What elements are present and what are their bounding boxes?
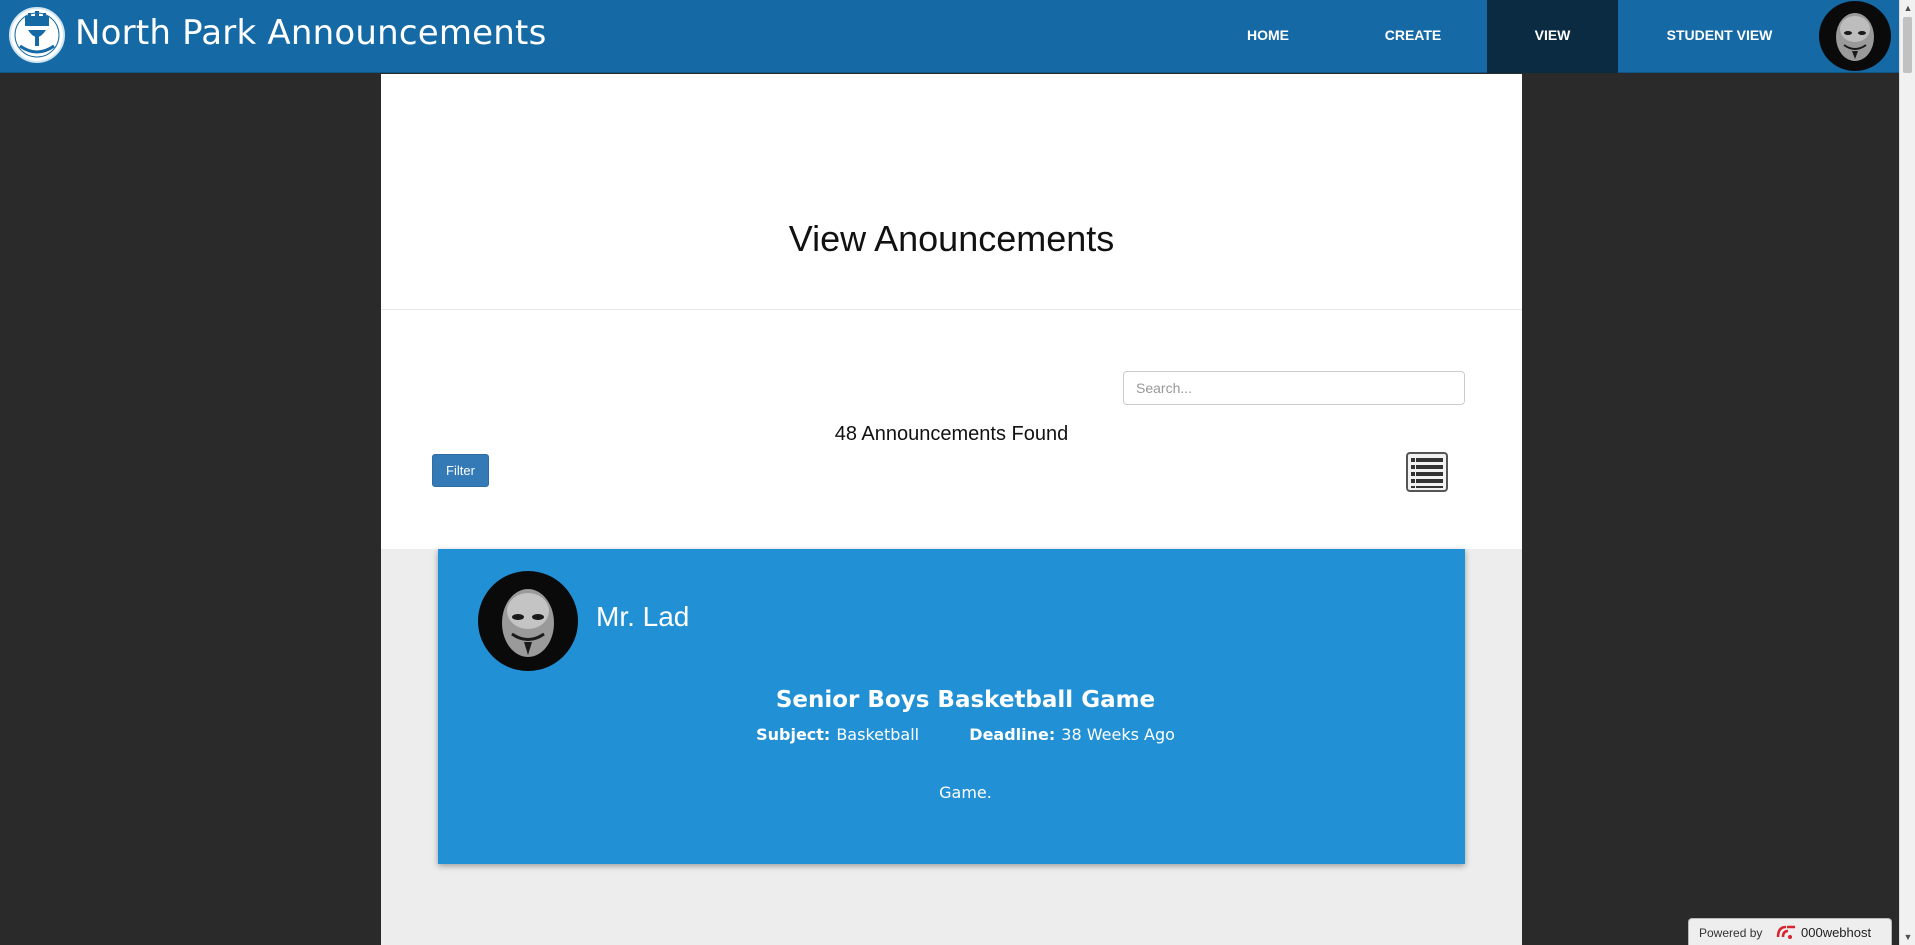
filter-button[interactable]: Filter — [432, 454, 489, 487]
app-title: North Park Announcements — [75, 13, 547, 53]
powered-by-text: Powered by — [1699, 926, 1763, 940]
user-avatar[interactable] — [1819, 1, 1891, 71]
scroll-thumb[interactable] — [1903, 17, 1912, 73]
webhost-brand: 000webhost — [1801, 925, 1872, 940]
page-header: View Anouncements — [381, 74, 1522, 310]
author-name: Mr. Lad — [596, 601, 690, 632]
announcement-card[interactable]: Mr. Lad Senior Boys Basketball Game Subj… — [438, 549, 1465, 864]
main-content: View Anouncements 48 Announcements Found… — [381, 74, 1522, 945]
subject-label: Subject: — [756, 725, 831, 744]
deadline-value: 38 Weeks Ago — [1061, 725, 1175, 744]
author-avatar — [478, 571, 578, 671]
results-count: 48 Announcements Found — [834, 423, 1069, 445]
nav-view[interactable]: VIEW — [1487, 0, 1618, 73]
nav-home[interactable]: HOME — [1197, 0, 1339, 73]
announcement-title: Senior Boys Basketball Game — [775, 687, 1156, 713]
school-crest-logo[interactable] — [8, 6, 66, 64]
list-view-icon[interactable] — [1405, 451, 1449, 493]
nav-create[interactable]: CREATE — [1339, 0, 1487, 73]
deadline-label: Deadline: — [969, 725, 1056, 744]
search-input[interactable] — [1123, 371, 1465, 405]
nav-student-view[interactable]: STUDENT VIEW — [1618, 0, 1821, 73]
page-title: View Anouncements — [788, 218, 1115, 259]
powered-by-badge[interactable]: Powered by 000webhost — [1688, 918, 1892, 945]
page-scrollbar[interactable]: ▲ ▼ — [1899, 0, 1915, 945]
announcement-body: Game. — [939, 783, 992, 802]
webhost-logo-icon — [1775, 923, 1797, 941]
top-navbar: North Park Announcements HOME CREATE VIE… — [0, 0, 1899, 73]
announcement-meta: Subject: Basketball Deadline: 38 Weeks Ago — [438, 725, 1493, 744]
scroll-up-arrow-icon[interactable]: ▲ — [1900, 0, 1915, 16]
subject-value: Basketball — [836, 725, 920, 744]
scroll-down-arrow-icon[interactable]: ▼ — [1900, 929, 1915, 945]
